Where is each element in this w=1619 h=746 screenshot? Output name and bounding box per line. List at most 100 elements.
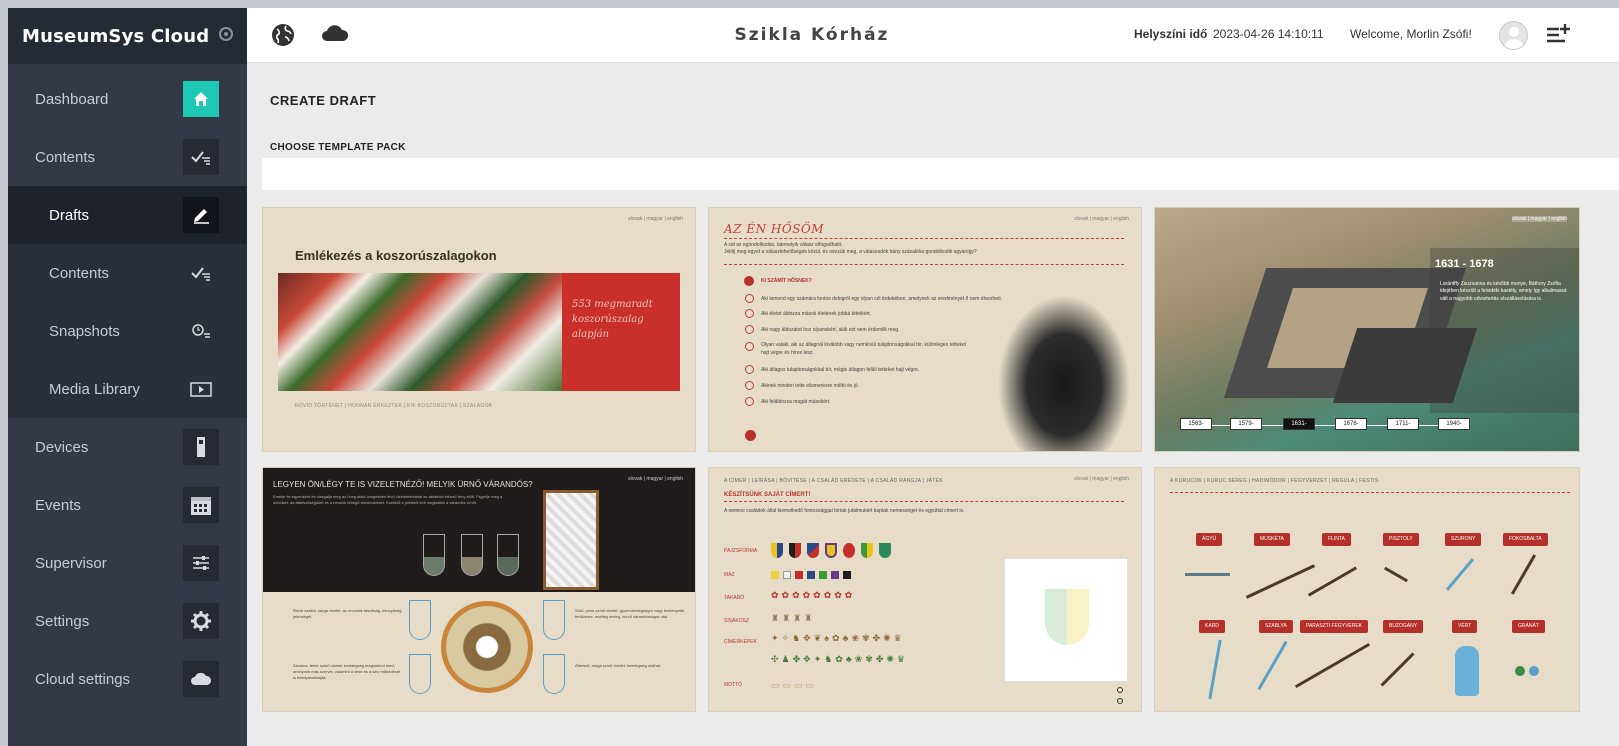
timeline-marker-active[interactable]: 1631- (1283, 418, 1315, 430)
section-title: CHOOSE TEMPLATE PACK (270, 142, 406, 153)
avatar[interactable] (1499, 21, 1528, 50)
sidebar-item-media-library[interactable]: Media Library (8, 360, 247, 418)
color-swatch[interactable] (795, 571, 803, 579)
answer-radio[interactable] (745, 365, 754, 374)
timeline-marker[interactable]: 1940- (1438, 418, 1470, 430)
mantling-options[interactable]: ✿✿✿✿✿✿✿✿ (771, 590, 855, 601)
template-card-koszoruszalag[interactable]: slovak | magyar | english Emlékezés a ko… (262, 207, 696, 452)
urine-wheel-illustration (441, 601, 533, 693)
weapon-button[interactable]: GRÁNÁT (1512, 620, 1545, 633)
shield-option[interactable] (843, 543, 855, 558)
weapon-button[interactable]: FLINTA (1322, 533, 1351, 546)
card-tabs: A CÍMER | LEÍRÁSA | BŐVÍTÉSE | A CSALÁD … (724, 478, 944, 484)
timeline-marker[interactable]: 1563- (1180, 418, 1212, 430)
color-swatch[interactable] (831, 571, 839, 579)
color-swatch[interactable] (819, 571, 827, 579)
shield-option[interactable] (825, 543, 837, 558)
main-content: CREATE DRAFT CHOOSE TEMPLATE PACK slovak… (247, 63, 1619, 746)
helmet-options[interactable]: ♜♜♜♜ (771, 613, 815, 624)
sidebar-item-dashboard[interactable]: Dashboard (8, 70, 247, 128)
template-card-castle-timeline[interactable]: slovak | magyar | english 1631 - 1678 Lo… (1154, 207, 1580, 452)
answer-radio[interactable] (745, 397, 754, 406)
option-radio[interactable] (1117, 698, 1123, 704)
timeline-marker[interactable]: 1579- (1230, 418, 1262, 430)
color-swatch[interactable] (807, 571, 815, 579)
row-label: SISAKOSZ (724, 618, 750, 624)
sidebar-item-snapshots[interactable]: Snapshots (8, 302, 247, 360)
weapon-button[interactable]: BUZOGÁNY (1383, 620, 1424, 633)
note-text: Áttetsző, sárga színű vizelet: betetegsé… (575, 663, 662, 668)
sidebar-item-events[interactable]: Events (8, 476, 247, 534)
shield-option[interactable] (861, 543, 873, 558)
sidebar-item-label: Events (35, 496, 81, 514)
mace-illustration (1380, 652, 1415, 687)
sidebar-item-cloud-settings[interactable]: Cloud settings (8, 650, 247, 708)
template-filter-bar[interactable] (262, 158, 1619, 190)
progress-marker (745, 430, 756, 441)
weapon-button[interactable]: ÁGYÚ (1196, 533, 1223, 546)
card-title: LEGYEN ÖN/LÉGY TE IS VIZELETNÉZŐ! MELYIK… (273, 480, 533, 489)
color-swatch[interactable] (771, 571, 779, 579)
language-switch: slovak | magyar | english (1074, 476, 1129, 482)
site-title: Szikla Kórház (734, 25, 890, 45)
answer-radio[interactable] (745, 309, 754, 318)
template-card-cimer[interactable]: slovak | magyar | english A CÍMER | LEÍR… (708, 467, 1142, 712)
shield-option[interactable] (789, 543, 801, 558)
language-switch: slovak | magyar | english (628, 476, 683, 482)
weapon-button[interactable]: SZURONY (1445, 533, 1482, 546)
wreath-photo (278, 273, 562, 391)
answer-radio[interactable] (745, 294, 754, 303)
shield-option[interactable] (879, 543, 891, 558)
answer-radio[interactable] (745, 325, 754, 334)
weapon-button[interactable]: KARD (1199, 620, 1225, 633)
color-swatch[interactable] (783, 571, 791, 579)
answer-option: Aki életet áldozza mások életének jobbá … (761, 311, 872, 317)
axe-illustration (1510, 554, 1537, 595)
weapon-button[interactable]: PARASZTI FEGYVEREK (1300, 620, 1369, 633)
template-card-vizeletnezo[interactable]: slovak | magyar | english LEGYEN ÖN/LÉGY… (262, 467, 696, 712)
charge-options[interactable]: ✦✧♞✥❦♠✿♣❀✾✤✺♛ (771, 633, 905, 644)
sidebar-item-contents[interactable]: Contents (8, 128, 247, 186)
sidebar-item-supervisor[interactable]: Supervisor (8, 534, 247, 592)
answer-option: Aki lemond egy számára fontos dologról e… (761, 296, 1002, 302)
sidebar-item-label: Snapshots (49, 322, 120, 340)
shield-option[interactable] (771, 543, 783, 558)
local-time-label: Helyszíni idő (1134, 27, 1208, 41)
sidebar-item-contents-sub[interactable]: Contents (8, 244, 247, 302)
hussar-illustration (989, 283, 1139, 451)
charge-options[interactable]: ✣♟✤✥✦♞✿♣❀✾✤✺♛ (771, 654, 908, 665)
answer-option: Aki átlagos tulajdonságokkal bír, mégis … (761, 367, 920, 373)
row-label: MOTTÓ (724, 682, 743, 688)
sidebar-item-settings[interactable]: Settings (8, 592, 247, 650)
flask-icon[interactable] (497, 534, 519, 576)
template-card-fegyverzet[interactable]: A KURUCOK | KURUC SEREG | HADIMÓDOR | FE… (1154, 467, 1580, 712)
weapon-button[interactable]: PISZTOLY (1383, 533, 1419, 546)
brand-title: MuseumSys Cloud (22, 25, 210, 47)
play-icon (183, 371, 219, 407)
gear-icon (183, 603, 219, 639)
note-text: Sűrű, piros színű vizelet: gyomorbetegsé… (575, 608, 685, 620)
template-card-az-en-hosom[interactable]: slovak | magyar | english AZ ÉN HŐSÖM A … (708, 207, 1142, 452)
answer-radio[interactable] (745, 342, 754, 351)
flask-icon[interactable] (461, 534, 483, 576)
menu-add-icon[interactable] (1545, 23, 1571, 47)
timeline-marker[interactable]: 1711- (1387, 418, 1419, 430)
weapon-button[interactable]: FOKOSBALTA (1503, 533, 1548, 546)
color-swatch[interactable] (843, 571, 851, 579)
row-label: TAKARÓ (724, 595, 745, 601)
row-label: CÍMERKÉPEK (724, 639, 757, 645)
weapon-button[interactable]: VÉRT (1452, 620, 1478, 633)
flask-icon[interactable] (423, 534, 445, 576)
option-radio[interactable] (1117, 687, 1123, 693)
timeline-marker[interactable]: 1678- (1335, 418, 1367, 430)
weapon-button[interactable]: MUSKÉTA (1254, 533, 1290, 546)
sidebar-item-label: Contents (35, 148, 96, 166)
weapon-button[interactable]: SZABLYA (1259, 620, 1293, 633)
motto-options[interactable]: ▭▭▭▭ (771, 680, 817, 691)
answer-radio[interactable] (745, 381, 754, 390)
brand-settings-icon[interactable] (219, 27, 233, 41)
answer-option: Aki feláldozza magát másokért. (761, 399, 831, 405)
sidebar-item-drafts[interactable]: Drafts (8, 186, 247, 244)
sidebar-item-devices[interactable]: Devices (8, 418, 247, 476)
shield-option[interactable] (807, 543, 819, 558)
